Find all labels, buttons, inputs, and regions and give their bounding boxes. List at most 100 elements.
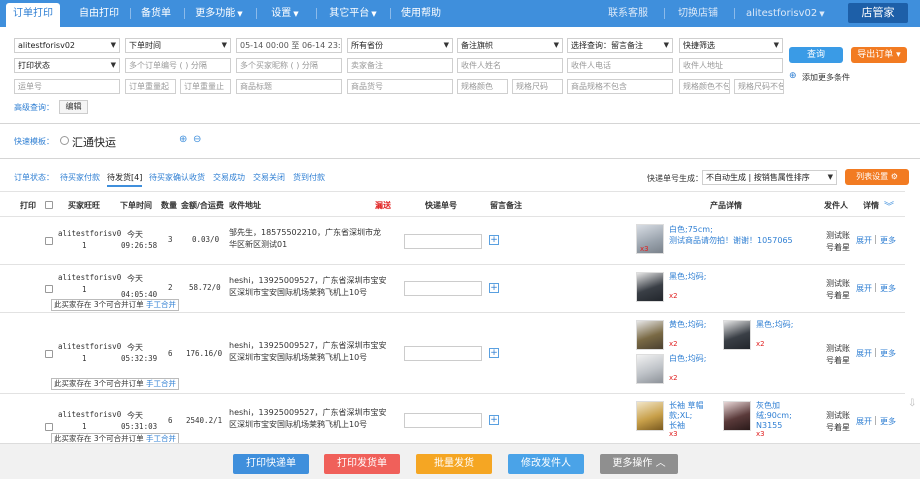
batch-ship-button[interactable]: 批量发货 [416, 454, 492, 474]
tab-stock-list[interactable]: 备货单 [134, 0, 178, 27]
tab-settings[interactable]: 设置 ▼ [262, 0, 308, 27]
weight-from-input[interactable]: 订单重量起 [125, 79, 176, 94]
product-name-line[interactable]: 白色;75cm; [669, 224, 713, 235]
manual-merge-link[interactable]: 手工合并 [146, 300, 176, 309]
product-title-input[interactable]: 商品标题 [236, 79, 342, 94]
query-button[interactable]: 查询 [789, 47, 843, 63]
add-note-icon[interactable]: + [489, 348, 499, 358]
status-awaiting-payment[interactable]: 待买家付款 [60, 172, 100, 183]
color-exclude-input[interactable]: 规格颜色不包 [679, 79, 730, 94]
receiver-phone-input[interactable]: 收件人电话 [567, 58, 673, 73]
manual-merge-link[interactable]: 手工合并 [146, 379, 176, 388]
tracking-number-input[interactable] [404, 234, 482, 249]
quick-filter-select[interactable]: 快捷筛选 ▼ [679, 38, 783, 53]
template-radio[interactable] [60, 136, 69, 145]
row-checkbox[interactable] [45, 350, 53, 358]
expand-link[interactable]: 展开 [856, 416, 872, 427]
tab-free-print[interactable]: 自由打印 [72, 0, 126, 27]
tracking-number-input[interactable] [404, 413, 482, 428]
buyer-nick[interactable]: alitestforisv0 [58, 229, 121, 238]
product-image[interactable] [723, 401, 751, 431]
switch-shop-link[interactable]: 切换店铺 [678, 0, 718, 27]
column-settings-button[interactable]: 列表设置 ⚙ [845, 169, 909, 185]
product-image[interactable] [723, 320, 751, 350]
expand-link[interactable]: 展开 [856, 235, 872, 246]
edit-advanced-button[interactable]: 编辑 [59, 100, 88, 114]
tab-other-platforms[interactable]: 其它平台 ▼ [322, 0, 384, 27]
add-condition-icon[interactable]: ⊕ [789, 71, 797, 81]
expand-link[interactable]: 展开 [856, 283, 872, 294]
product-name-line[interactable]: 黑色;均码; [669, 271, 706, 282]
buyer-nick[interactable]: alitestforisv0 [58, 410, 121, 419]
account-menu[interactable]: alitestforisv02 ▼ [746, 0, 825, 27]
product-qty: x2 [756, 340, 765, 348]
row-checkbox[interactable] [45, 423, 53, 431]
receiver-address-input[interactable]: 收件人地址 [679, 58, 783, 73]
product-name-line[interactable]: 白色;均码; [669, 353, 706, 364]
add-condition-link[interactable]: 添加更多条件 [802, 72, 850, 83]
query-type-select[interactable]: 选择查询：留言备注 ▼ [567, 38, 673, 53]
print-status-select[interactable]: 打印状态 ▼ [14, 58, 120, 73]
more-actions-button[interactable]: 更多操作 ︿ [600, 454, 678, 474]
size-exclude-input[interactable]: 规格尺码不包 [734, 79, 784, 94]
order-no-input[interactable]: 多个订单编号 ( ) 分隔 [125, 58, 231, 73]
tab-order-print[interactable]: 订单打印 [6, 3, 60, 27]
shop-select[interactable]: alitestforisv02 ▼ [14, 38, 120, 53]
more-link[interactable]: 更多 [880, 283, 896, 294]
more-link[interactable]: 更多 [880, 348, 896, 359]
remove-template-icon[interactable]: ⊖ [193, 134, 201, 145]
row-checkbox[interactable] [45, 285, 53, 293]
more-link[interactable]: 更多 [880, 235, 896, 246]
add-template-icon[interactable]: ⊕ [179, 134, 187, 145]
row-checkbox[interactable] [45, 237, 53, 245]
print-express-button[interactable]: 打印快递单 [233, 454, 309, 474]
more-link[interactable]: 更多 [880, 416, 896, 427]
track-gen-select[interactable]: 不自动生成 | 按销售属性排序 ▼ [702, 170, 837, 185]
province-select[interactable]: 所有省份 ▼ [347, 38, 453, 53]
product-name-line[interactable]: 黄色;均码; [669, 319, 706, 330]
print-delivery-button[interactable]: 打印发货单 [324, 454, 400, 474]
status-awaiting-shipment[interactable]: 待发货[4] [107, 172, 143, 187]
template-name[interactable]: 汇通快运 [72, 134, 116, 150]
manual-merge-link[interactable]: 手工合并 [146, 434, 176, 443]
spec-exclude-input[interactable]: 商品规格不包含 [567, 79, 673, 94]
status-trade-success[interactable]: 交易成功 [213, 172, 245, 183]
goods-no-input[interactable]: 商品货号 [347, 79, 453, 94]
product-image[interactable] [636, 401, 664, 431]
receiver-name-input[interactable]: 收件人姓名 [457, 58, 563, 73]
product-name-line[interactable]: 测试商品请勿拍！谢谢！1057065 [669, 235, 793, 246]
tracking-number-input[interactable] [404, 346, 482, 361]
buyer-nick[interactable]: alitestforisv0 [58, 273, 121, 282]
status-trade-closed[interactable]: 交易关闭 [253, 172, 285, 183]
status-cod[interactable]: 货到付款 [293, 172, 325, 183]
expand-link[interactable]: 展开 [856, 348, 872, 359]
add-note-icon[interactable]: + [489, 415, 499, 425]
time-type-select[interactable]: 下单时间 ▼ [125, 38, 231, 53]
status-awaiting-confirm[interactable]: 待买家确认收货 [149, 172, 205, 183]
seller-note-input[interactable]: 卖家备注 [347, 58, 453, 73]
spec-size-input[interactable]: 规格尺码 [512, 79, 563, 94]
flag-select[interactable]: 备注旗帜 ▼ [457, 38, 563, 53]
tracking-no-input[interactable]: 运单号 [14, 79, 120, 94]
contact-support-link[interactable]: 联系客服 [608, 0, 648, 27]
product-image[interactable] [636, 320, 664, 350]
date-range-input[interactable]: 05-14 00:00 至 06-14 23:59 [236, 38, 342, 53]
tracking-number-input[interactable] [404, 281, 482, 296]
collapse-icon[interactable]: ︾ [884, 198, 894, 213]
select-all-checkbox[interactable] [45, 201, 53, 209]
table-top-border [0, 191, 905, 192]
add-note-icon[interactable]: + [489, 283, 499, 293]
weight-to-input[interactable]: 订单重量止 [180, 79, 231, 94]
tab-more-features[interactable]: 更多功能 ▼ [190, 0, 248, 27]
product-image[interactable] [636, 272, 664, 302]
scroll-down-icon[interactable]: ⇩ [908, 398, 916, 409]
spec-color-input[interactable]: 规格颜色 [457, 79, 508, 94]
add-note-icon[interactable]: + [489, 235, 499, 245]
product-image[interactable] [636, 354, 664, 384]
edit-sender-button[interactable]: 修改发件人 [508, 454, 584, 474]
buyer-nick[interactable]: alitestforisv0 [58, 342, 121, 351]
buyer-nick-input[interactable]: 多个买家昵称 ( ) 分隔 [236, 58, 342, 73]
product-name-line[interactable]: 黑色;均码; [756, 319, 793, 330]
export-orders-button[interactable]: 导出订单 ▾ [851, 47, 907, 63]
tab-help[interactable]: 使用帮助 [396, 0, 446, 27]
